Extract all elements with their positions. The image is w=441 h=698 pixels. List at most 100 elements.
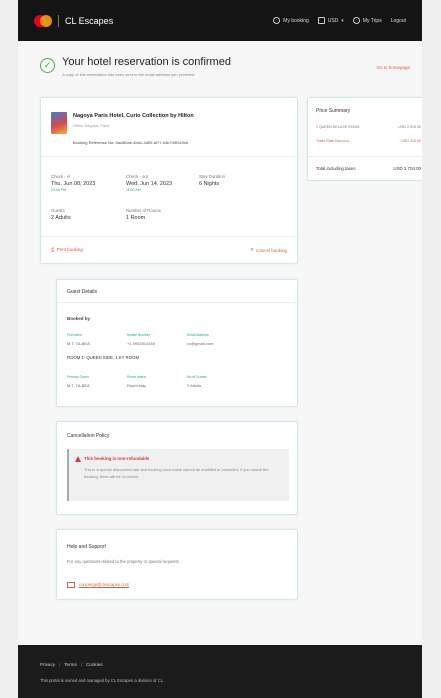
fullname-value: M.T. TA-BEA xyxy=(67,341,90,346)
separator: | xyxy=(59,662,61,667)
guest-count-label: No of Guests xyxy=(187,375,207,379)
go-to-homepage-link[interactable]: Go to homepage xyxy=(376,65,410,70)
terms-link[interactable]: Terms xyxy=(64,662,77,667)
hotel-booking-card: Nagoya Paris Hotel, Curio Collection by … xyxy=(40,97,298,264)
check-out-value: Wed, Jun 14, 2023 xyxy=(126,181,173,187)
price-row-value: USD 2,919.00 xyxy=(398,125,421,129)
confirmation-title: Your hotel reservation is confirmed xyxy=(62,56,231,68)
guest-count-value: 2 Adults xyxy=(187,383,202,388)
warning-icon xyxy=(75,456,81,462)
email-value: xx@gmail.com xyxy=(187,341,214,346)
email-label: Email Address xyxy=(187,333,209,337)
booked-by-label: Booked by xyxy=(67,316,91,321)
chevron-down-icon: ▾ xyxy=(341,17,344,24)
check-in-time: 12:00 PM xyxy=(51,188,66,192)
user-icon xyxy=(352,17,360,24)
cancellation-policy-card: Cancellation Policy This booking is non-… xyxy=(56,421,298,515)
price-row-label: 1 QUEEN DELUXE ROOM xyxy=(316,125,360,129)
nav-logout[interactable]: Logout xyxy=(391,18,406,24)
divider xyxy=(41,156,297,157)
check-out-field: Check - out Wed, Jun 14, 2023 11:00 AM xyxy=(126,174,172,192)
check-in-label: Check - in xyxy=(51,174,71,179)
room-label: ROOM 1: QUEEN SIDE, 1 KY ROOM xyxy=(67,355,140,360)
rooms-field: Number of Rooms 1 Room xyxy=(126,208,161,221)
mastercard-logo-icon xyxy=(34,14,52,27)
cookies-link[interactable]: Cookies xyxy=(86,662,103,667)
rooms-label: Number of Rooms xyxy=(126,208,161,213)
print-booking-label: Print booking xyxy=(56,247,83,252)
help-support-card: Help and Support For any questions relat… xyxy=(56,529,298,600)
print-icon: ⎙ xyxy=(51,247,55,252)
mobile-value: +1 9932514345 xyxy=(127,341,155,346)
brand-name: CL Escapes xyxy=(65,15,114,26)
nav-currency-select[interactable]: USD ▾ xyxy=(317,17,344,24)
hotel-thumbnail xyxy=(51,112,67,134)
room-status-label: Room status xyxy=(127,375,147,379)
footer-note: This portal is owned and managed by CL E… xyxy=(40,678,165,683)
cancel-booking-label: Cancel booking xyxy=(255,247,287,253)
price-row-label: Trade Rate Discount xyxy=(316,139,349,143)
mobile-label: Mobile Number xyxy=(127,333,150,337)
nav-menu: My booking USD ▾ My Trips Logout xyxy=(273,17,406,24)
check-circle-icon: ✓ xyxy=(40,58,55,73)
page: CL Escapes My booking USD ▾ My Trips Log… xyxy=(18,0,422,698)
booking-icon xyxy=(273,17,281,24)
currency-icon xyxy=(317,17,325,24)
stay-duration-field: Stay Duration 6 Nights xyxy=(199,174,225,187)
brand[interactable]: CL Escapes xyxy=(34,14,114,27)
confirmation-header: ✓ Your hotel reservation is confirmed A … xyxy=(40,56,410,86)
guest-details-title: Guest Details xyxy=(67,289,98,295)
footer: Privacy | Terms | Cookies This portal is… xyxy=(18,645,422,698)
privacy-link[interactable]: Privacy xyxy=(40,662,55,667)
print-booking-button[interactable]: ⎙ Print booking xyxy=(51,247,83,252)
primary-guest-value: M.T. TA-BEA xyxy=(67,383,90,388)
nav-my-booking-label: My booking xyxy=(283,17,309,24)
support-email-link[interactable]: concierge@clescapes.com xyxy=(79,582,129,587)
rooms-value: 1 Room xyxy=(126,215,146,221)
price-row-value: - USD 215.00 xyxy=(399,139,421,143)
room-status-value: Room stay xyxy=(127,383,147,388)
guests-value: 2 Adults xyxy=(51,215,71,221)
hotel-address: Hilton Nagoya, Paris xyxy=(73,123,110,128)
help-title: Help and Support xyxy=(67,544,106,550)
cancellation-title: Cancellation Policy xyxy=(67,433,110,439)
nav-my-trips-label: My Trips xyxy=(362,17,382,24)
brand-divider xyxy=(58,14,59,27)
nav-currency-label: USD xyxy=(327,17,339,24)
cancel-booking-button[interactable]: ✕ Cancel booking xyxy=(250,247,287,253)
price-row-discount: Trade Rate Discount - USD 215.00 xyxy=(316,139,421,143)
price-summary-title: Price Summary xyxy=(316,108,351,114)
non-refundable-body: This is a special discounted rate and bo… xyxy=(84,467,269,479)
booking-reference: Booking Reference No: 5ac6f0ae-4bd1-4d09… xyxy=(73,140,189,145)
check-out-time: 11:00 AM xyxy=(126,188,141,192)
close-icon: ✕ xyxy=(250,247,254,252)
confirmation-subtitle: A copy of this reservation has been sent… xyxy=(62,72,196,77)
price-summary-card: Price Summary 1 QUEEN DELUXE ROOM USD 2,… xyxy=(307,97,422,181)
check-out-label: Check - out xyxy=(126,174,148,179)
price-row-room: 1 QUEEN DELUXE ROOM USD 2,919.00 xyxy=(316,125,421,129)
hotel-name: Nagoya Paris Hotel, Curio Collection by … xyxy=(73,113,194,119)
nav-my-booking[interactable]: My booking xyxy=(273,17,309,24)
nav-my-trips[interactable]: My Trips xyxy=(352,17,382,24)
fullname-label: Full name xyxy=(67,333,82,337)
mail-icon xyxy=(67,582,75,588)
help-text: For any questions related to the propert… xyxy=(67,559,180,564)
separator: | xyxy=(80,662,82,667)
stay-duration-label: Stay Duration xyxy=(199,174,226,179)
price-row-total: Total including taxes USD 2,704.00 xyxy=(316,166,421,171)
divider xyxy=(57,302,297,303)
price-total-label: Total including taxes xyxy=(316,166,356,171)
price-total-value: USD 2,704.00 xyxy=(393,166,421,171)
guest-details-card: Guest Details Booked by Full name M.T. T… xyxy=(56,279,298,407)
divider xyxy=(308,156,422,157)
footer-links: Privacy | Terms | Cookies xyxy=(40,662,103,667)
check-in-value: Thu, Jun 08, 2023 xyxy=(51,181,96,187)
guests-field: Guests 2 Adults xyxy=(51,208,71,221)
divider xyxy=(41,236,297,237)
non-refundable-notice: This booking is non-refundable This is a… xyxy=(67,449,289,501)
non-refundable-title: This booking is non-refundable xyxy=(84,456,150,461)
guests-label: Guests xyxy=(51,208,65,213)
primary-guest-label: Primary Guest xyxy=(67,375,89,379)
stay-duration-value: 6 Nights xyxy=(199,181,220,187)
check-in-field: Check - in Thu, Jun 08, 2023 12:00 PM xyxy=(51,174,95,192)
